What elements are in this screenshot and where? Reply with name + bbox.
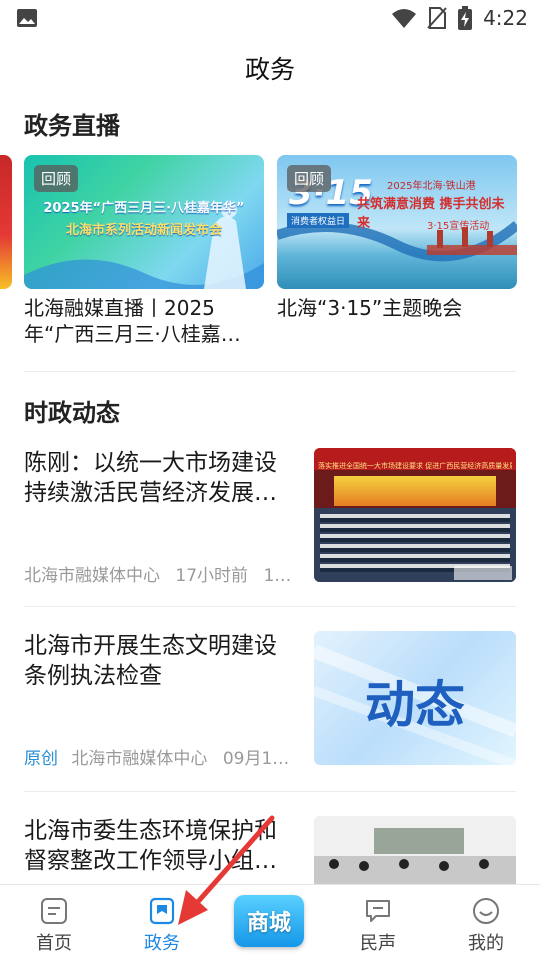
divider xyxy=(24,791,516,792)
chat-icon xyxy=(366,900,390,922)
news-title: 北海市委生态环境保护和督察整改工作领导小组… xyxy=(24,818,277,874)
tab-mine[interactable]: 我的 xyxy=(432,885,540,961)
live-section-heading: 政务直播 xyxy=(24,112,120,140)
mall-button-label: 商城 xyxy=(246,911,291,936)
live-card-title: 北海“3·15”主题晚会 xyxy=(277,296,463,320)
news-extra: 1… xyxy=(263,566,292,586)
tab-home-label: 首页 xyxy=(36,933,72,954)
original-tag: 原创 xyxy=(24,749,58,769)
news-section-heading: 时政动态 xyxy=(24,399,120,427)
wifi-icon xyxy=(392,9,417,28)
live-thumb-year: 2025年北海·铁山港 xyxy=(387,181,476,192)
gallery-icon xyxy=(17,9,37,27)
tab-government-label: 政务 xyxy=(144,933,180,954)
news-item[interactable]: 北海市开展生态文明建设条例执法检查 原创 北海市融媒体中心 09月1… 动态 xyxy=(0,631,540,771)
smile-icon xyxy=(473,898,499,924)
live-thumb-sub: 3·15宣传活动 xyxy=(427,221,490,232)
news-time: 09月1… xyxy=(222,749,290,769)
news-thumbnail xyxy=(314,816,516,884)
battery-charging-icon xyxy=(458,6,473,30)
news-thumbnail: 动态 xyxy=(314,631,516,765)
live-list: 2025年“广西三月三·八桂嘉年华” 北海市系列活动新闻发布会 回顾 北海融媒直… xyxy=(0,155,540,347)
divider xyxy=(24,371,516,372)
live-thumbnail: 2025年“广西三月三·八桂嘉年华” 北海市系列活动新闻发布会 回顾 xyxy=(24,155,264,289)
tab-voice-label: 民声 xyxy=(360,933,396,954)
news-meta: 北海市融媒体中心 17小时前 1… xyxy=(24,561,299,586)
tab-voice[interactable]: 民声 xyxy=(324,885,432,961)
mall-button[interactable]: 商城 xyxy=(234,895,304,947)
live-thumb-title: 2025年“广西三月三·八桂嘉年华” xyxy=(43,201,245,216)
live-thumb-tag: 消费者权益日 xyxy=(287,213,350,228)
page-title: 政务 xyxy=(244,55,295,84)
news-item[interactable]: 北海市委生态环境保护和督察整改工作领导小组… xyxy=(0,816,540,884)
news-thumb-art xyxy=(314,508,516,582)
status-bar: 4:22 xyxy=(0,0,540,36)
news-thumb-text: 动态 xyxy=(365,676,465,734)
news-title: 陈刚：以统一大市场建设持续激活民营经济发展… xyxy=(24,450,277,506)
live-card-title: 北海融媒直播丨2025年“广西三月三·八桂嘉… xyxy=(24,296,241,346)
news-thumb-art xyxy=(314,816,516,884)
live-card[interactable]: 2025年北海·铁山港 3·15 消费者权益日 共筑满意消费 携手共创未来 3·… xyxy=(277,155,517,321)
news-source: 北海市融媒体中心 xyxy=(71,749,208,769)
live-thumb-subtitle: 北海市系列活动新闻发布会 xyxy=(65,223,222,238)
status-time: 4:22 xyxy=(483,6,528,30)
home-icon xyxy=(41,898,67,924)
bookmark-icon xyxy=(149,897,175,925)
divider xyxy=(24,606,516,607)
tab-government[interactable]: 政务 xyxy=(108,885,216,961)
news-thumbnail: 落实推进全国统一大市场建设要求 促进广西民营经济高质量发展大会 xyxy=(314,448,516,582)
no-sim-icon xyxy=(427,7,447,29)
live-thumbnail: 2025年北海·铁山港 3·15 消费者权益日 共筑满意消费 携手共创未来 3·… xyxy=(277,155,517,289)
tab-mine-label: 我的 xyxy=(468,933,504,954)
news-title: 北海市开展生态文明建设条例执法检查 xyxy=(24,633,277,689)
news-time: 17小时前 xyxy=(175,566,249,586)
replay-badge: 回顾 xyxy=(34,165,79,192)
live-card[interactable]: 2025年“广西三月三·八桂嘉年华” 北海市系列活动新闻发布会 回顾 北海融媒直… xyxy=(24,155,264,347)
news-meta: 原创 北海市融媒体中心 09月1… xyxy=(24,744,299,769)
tab-home[interactable]: 首页 xyxy=(0,885,108,961)
news-item[interactable]: 陈刚：以统一大市场建设持续激活民营经济发展… 北海市融媒体中心 17小时前 1…… xyxy=(0,448,540,588)
replay-badge: 回顾 xyxy=(287,165,332,192)
news-source: 北海市融媒体中心 xyxy=(24,566,160,586)
